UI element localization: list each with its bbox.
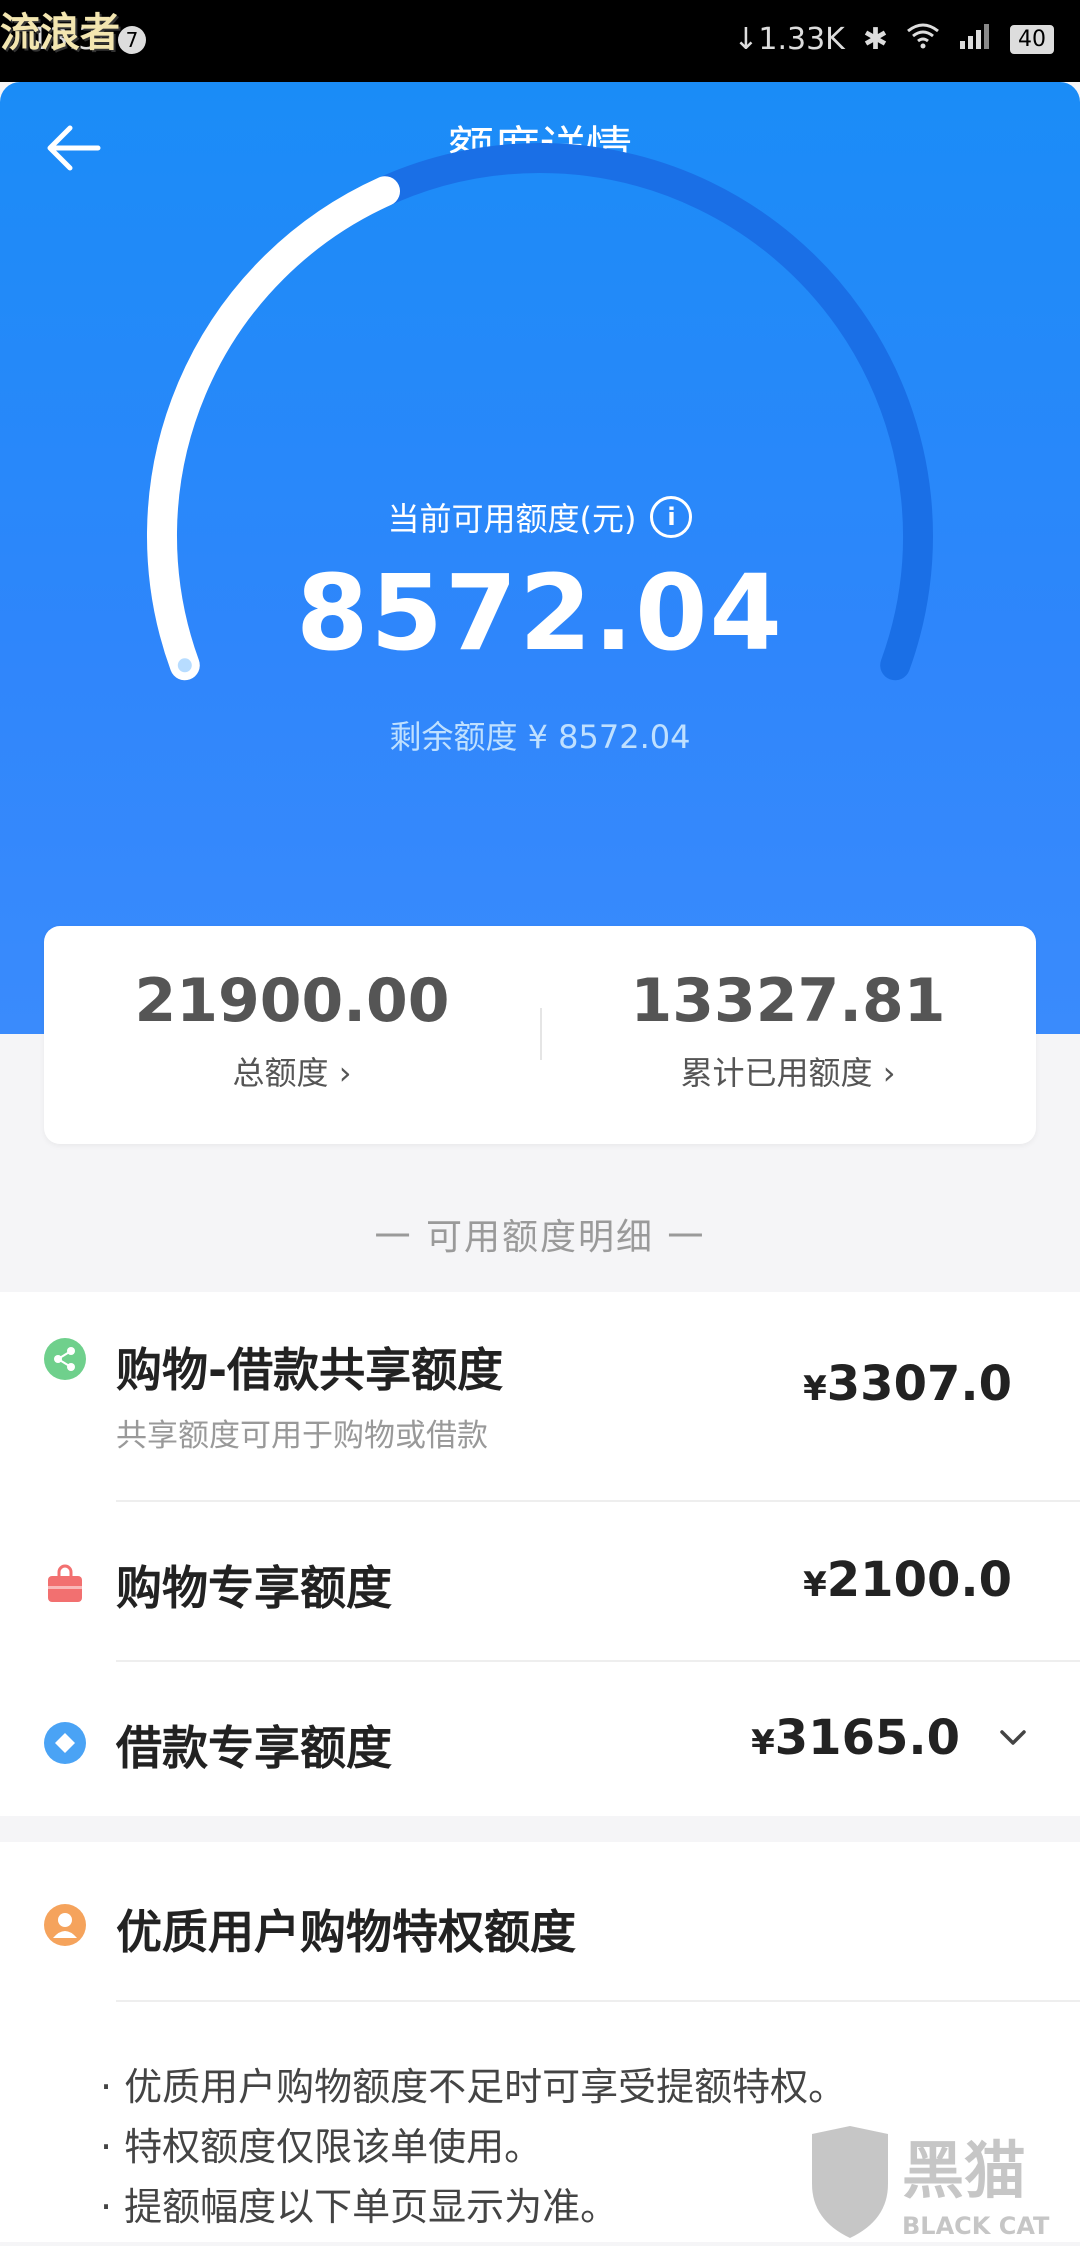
list-item-amount: ¥3165.0 [751,1710,960,1766]
list-item-subtitle: 共享额度可用于购物或借款 [116,1418,488,1454]
premium-note: · 特权额度仅限该单使用。 [100,2125,543,2169]
used-credit-label: 累计已用额度 [680,1054,873,1092]
list-item-amount: ¥3307.0 [803,1356,1012,1412]
currency-symbol: ¥ [803,1369,827,1409]
currency-symbol: ¥ [751,1723,775,1763]
list-item-title: 购物-借款共享额度 [116,1343,504,1397]
total-credit-value: 21900.00 [134,966,450,1036]
user-icon [44,1904,86,1946]
premium-credit-title: 优质用户购物特权额度 [116,1905,576,1959]
share-icon [44,1338,86,1380]
used-credit[interactable]: 13327.81 累计已用额度 › [540,966,1036,1094]
available-credit-label-text: 当前可用额度(元) [387,500,637,538]
diamond-icon [44,1722,86,1764]
credit-detail-list: 购物-借款共享额度 共享额度可用于购物或借款 ¥3307.0 购物专享额度 ¥2… [0,1292,1080,1816]
section-title: 一 可用额度明细 一 [374,1217,706,1258]
shopping-bag-icon [44,1562,86,1604]
chevron-right-icon: › [338,1054,352,1092]
list-item-loan-credit[interactable]: 借款专享额度 ¥3165.0 [0,1662,1080,1816]
amount-value: 3165.0 [774,1710,960,1766]
premium-divider [116,2000,1080,2002]
list-item-title: 借款专享额度 [116,1721,392,1775]
info-icon[interactable]: i [650,496,693,538]
total-credit[interactable]: 21900.00 总额度 › [44,966,540,1094]
available-credit-value: 8572.04 [296,552,784,674]
currency-symbol: ¥ [803,1565,827,1605]
chevron-right-icon: › [882,1054,896,1092]
used-credit-label-row: 累计已用额度 › [540,1048,1036,1094]
amount-value: 3307.0 [826,1356,1012,1412]
list-item-shared-credit[interactable]: 购物-借款共享额度 共享额度可用于购物或借款 ¥3307.0 [0,1292,1080,1454]
total-credit-label-row: 总额度 › [44,1048,540,1094]
blackcat-logo: 黑猫 BLACK CAT [806,2124,1080,2242]
list-item-amount: ¥2100.0 [803,1552,1012,1608]
available-credit-label: 当前可用额度(元) i [0,494,1080,540]
premium-note: · 优质用户购物额度不足时可享受提额特权。 [100,2065,847,2109]
brand-name: 黑猫 [902,2134,1026,2207]
total-credit-label: 总额度 [232,1054,329,1092]
brand-name-en: BLACK CAT [902,2212,1050,2240]
remaining-credit-text: 剩余额度 ¥ 8572.04 [389,718,691,756]
amount-value: 2100.0 [826,1552,1012,1608]
list-item-title: 购物专享额度 [116,1561,392,1615]
premium-note: · 提额幅度以下单页显示为准。 [100,2185,619,2229]
credit-summary-card: 21900.00 总额度 › 13327.81 累计已用额度 › [44,926,1036,1144]
list-item-shopping-credit[interactable]: 购物专享额度 ¥2100.0 [0,1502,1080,1660]
used-credit-value: 13327.81 [630,966,946,1036]
chevron-down-icon[interactable] [998,1728,1028,1752]
